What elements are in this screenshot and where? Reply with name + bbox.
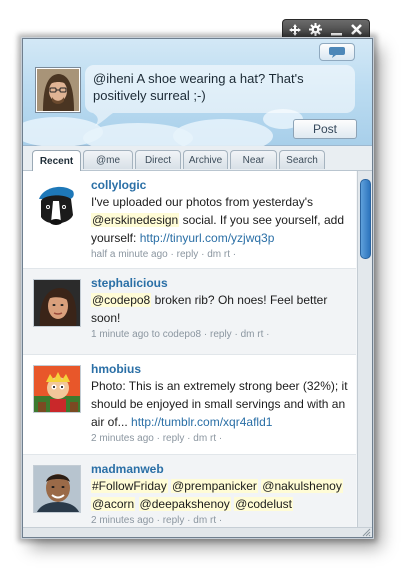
tweet-time[interactable]: 2 minutes ago xyxy=(91,515,154,526)
tweet-username[interactable]: collylogic xyxy=(91,177,353,193)
reply-link[interactable]: reply xyxy=(163,515,185,526)
tweet-avatar[interactable] xyxy=(33,365,81,413)
tweet-avatar[interactable] xyxy=(33,279,81,327)
tweet-link[interactable]: http://tumblr.com/xqr4afld1 xyxy=(131,415,272,429)
bottom-bar xyxy=(23,527,372,537)
tweet-link[interactable]: http://tinyurl.com/yzjwq3p xyxy=(140,231,275,245)
tweet-hashtag[interactable]: #FollowFriday xyxy=(91,479,168,493)
reply-link[interactable]: reply xyxy=(163,433,185,444)
tweet-avatar[interactable] xyxy=(33,465,81,513)
tweet-text: @codepo8 broken rib? Oh noes! Feel bette… xyxy=(91,291,353,327)
tweet-mention[interactable]: @erskinedesign xyxy=(91,213,180,227)
tweet-username[interactable]: stephalicious xyxy=(91,275,353,291)
status-input[interactable]: @iheni A shoe wearing a hat? That's posi… xyxy=(85,65,355,113)
tab-search[interactable]: Search xyxy=(279,150,325,169)
tab-near[interactable]: Near xyxy=(230,150,277,169)
tweet-mention[interactable]: @prempanicker xyxy=(171,479,258,493)
tweet-text: I've uploaded our photos from yesterday'… xyxy=(91,193,353,247)
tweet-avatar[interactable] xyxy=(33,181,81,229)
tab-me[interactable]: @me xyxy=(83,150,133,169)
gear-icon[interactable] xyxy=(307,22,325,38)
tweet-body: collylogic I've uploaded our photos from… xyxy=(91,177,353,263)
tweet-body: hmobius Photo: This is an extremely stro… xyxy=(91,361,353,447)
reply-link[interactable]: reply xyxy=(177,249,199,260)
bubble-tail xyxy=(93,113,113,126)
speech-bubble-button[interactable] xyxy=(319,43,355,61)
minimize-icon[interactable] xyxy=(327,22,345,38)
tweet-item: madmanweb #FollowFriday @prempanicker @n… xyxy=(23,455,356,527)
move-icon[interactable] xyxy=(286,22,304,38)
tweet-item: collylogic I've uploaded our photos from… xyxy=(23,171,356,269)
post-button[interactable]: Post xyxy=(293,119,357,139)
window-controls xyxy=(282,19,370,39)
status-text: @iheni A shoe wearing a hat? That's posi… xyxy=(93,71,304,103)
close-icon[interactable] xyxy=(348,22,366,38)
app-window: @iheni A shoe wearing a hat? That's posi… xyxy=(22,38,373,538)
tweet-item: stephalicious @codepo8 broken rib? Oh no… xyxy=(23,269,356,355)
tab-direct[interactable]: Direct xyxy=(135,150,181,169)
tweet-body: stephalicious @codepo8 broken rib? Oh no… xyxy=(91,275,353,343)
compose-area: @iheni A shoe wearing a hat? That's posi… xyxy=(23,39,372,153)
dm-link[interactable]: dm xyxy=(207,249,221,260)
tab-bar: Recent @me Direct Archive Near Search xyxy=(23,146,372,171)
tweet-meta: 2 minutes ago · reply · dm rt · xyxy=(91,433,223,444)
reply-link[interactable]: reply xyxy=(210,329,232,340)
tweet-item: hmobius Photo: This is an extremely stro… xyxy=(23,355,356,455)
tweet-time[interactable]: 2 minutes ago xyxy=(91,433,154,444)
timeline: collylogic I've uploaded our photos from… xyxy=(23,171,356,527)
timeline-scrollbar[interactable] xyxy=(357,171,372,527)
tweet-time[interactable]: 1 minute ago to codepo8 xyxy=(91,329,201,340)
tab-recent[interactable]: Recent xyxy=(32,150,81,171)
tweet-mention[interactable]: @nakulshenoy xyxy=(261,479,343,493)
tweet-meta: 1 minute ago to codepo8 · reply · dm rt … xyxy=(91,329,270,340)
tweet-mention[interactable]: @acorn xyxy=(91,497,136,511)
tweet-text: #FollowFriday @prempanicker @nakulshenoy… xyxy=(91,477,353,513)
tweet-mention[interactable]: @codelust xyxy=(234,497,294,511)
tweet-text: Photo: This is an extremely strong beer … xyxy=(91,377,353,431)
tweet-body: madmanweb #FollowFriday @prempanicker @n… xyxy=(91,461,353,527)
scrollbar-thumb[interactable] xyxy=(360,179,371,259)
retweet-link[interactable]: rt xyxy=(224,249,230,260)
tweet-username[interactable]: madmanweb xyxy=(91,461,353,477)
tweet-text-part: I've uploaded our photos from yesterday'… xyxy=(91,195,314,209)
tweet-meta: half a minute ago · reply · dm rt · xyxy=(91,249,237,260)
tweet-username[interactable]: hmobius xyxy=(91,361,353,377)
retweet-link[interactable]: rt xyxy=(257,329,263,340)
dm-link[interactable]: dm xyxy=(241,329,255,340)
tweet-mention[interactable]: @deepakshenoy xyxy=(138,497,231,511)
tweet-mention[interactable]: @codepo8 xyxy=(91,293,152,307)
tab-archive[interactable]: Archive xyxy=(183,150,228,169)
dm-link[interactable]: dm xyxy=(193,515,207,526)
retweet-link[interactable]: rt xyxy=(210,433,216,444)
retweet-link[interactable]: rt xyxy=(210,515,216,526)
speech-bubble-icon xyxy=(329,46,345,58)
tweet-meta: 2 minutes ago · reply · dm rt · xyxy=(91,515,223,526)
dm-link[interactable]: dm xyxy=(193,433,207,444)
tweet-time[interactable]: half a minute ago xyxy=(91,249,168,260)
my-avatar[interactable] xyxy=(35,67,81,113)
resize-grip-icon[interactable] xyxy=(362,528,371,537)
